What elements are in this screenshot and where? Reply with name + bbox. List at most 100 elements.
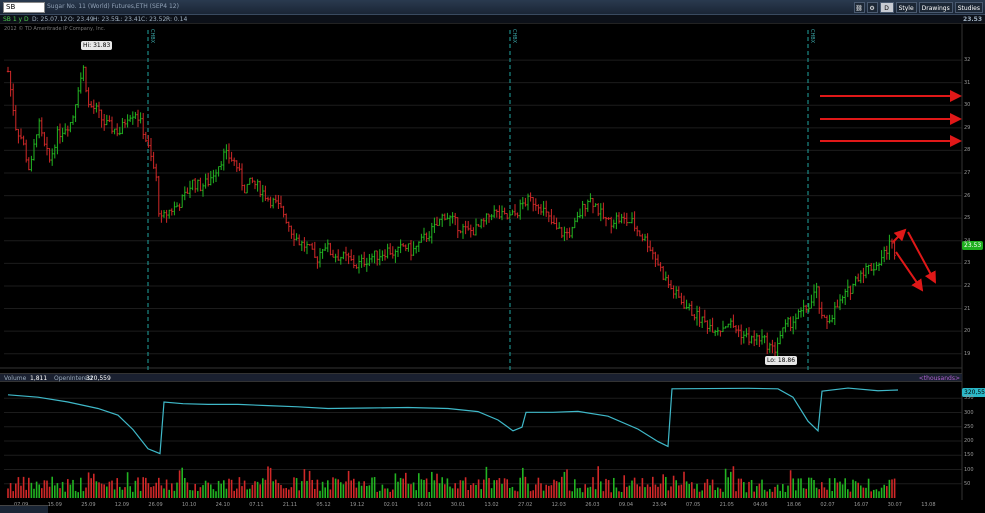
volume-bar <box>873 489 875 498</box>
volume-bar <box>711 479 714 498</box>
volume-bar <box>849 491 852 498</box>
volume-bar <box>394 473 397 498</box>
volume-bar <box>688 483 690 498</box>
volume-bar <box>834 478 836 498</box>
drawings-button[interactable]: Drawings <box>918 2 953 13</box>
price-tick: 20 <box>964 328 971 335</box>
volume-bar <box>64 491 66 498</box>
volume-bar <box>363 481 365 498</box>
quote-date: D: 25.07.12 <box>32 16 68 23</box>
volume-bar <box>371 477 373 498</box>
volume-bar <box>457 488 459 498</box>
volume-bar <box>428 492 430 498</box>
volume-bar <box>540 483 542 498</box>
volume-bar <box>639 486 641 498</box>
volume-bar <box>693 488 696 498</box>
volume-bar <box>719 488 722 498</box>
link-icon[interactable]: ⛓ <box>853 2 865 13</box>
volume-bar <box>15 483 17 498</box>
volume-bar <box>576 488 579 498</box>
time-tick: 16.01 <box>417 502 432 508</box>
time-tick: 16.07 <box>854 502 869 508</box>
volume-bar <box>386 488 389 498</box>
volume-bar <box>145 477 147 498</box>
time-tick: 15.09 <box>47 502 62 508</box>
volume-bar <box>189 490 191 498</box>
volume-bar <box>238 477 241 498</box>
volume-bar <box>613 477 615 498</box>
volume-bar <box>490 488 493 498</box>
volume-bar <box>756 486 758 498</box>
volume-bar <box>797 478 800 498</box>
volume-bar <box>116 478 118 498</box>
volume-bar <box>399 477 402 498</box>
volume-bar <box>59 488 61 498</box>
volume-bar <box>288 489 290 498</box>
volume-bar <box>888 479 891 498</box>
volume-bar <box>17 477 20 498</box>
last-price: 23.53 <box>963 16 982 23</box>
volume-bar <box>553 479 555 498</box>
volume-bar <box>418 473 420 498</box>
volume-bar <box>561 476 563 498</box>
volume-bar <box>254 481 256 498</box>
volume-tick: 200 <box>964 438 974 444</box>
volume-bar <box>696 483 698 498</box>
studies-button[interactable]: Studies <box>954 2 983 13</box>
volume-bar <box>69 484 72 498</box>
volume-bar <box>548 485 550 498</box>
volume-bar <box>43 480 46 498</box>
volume-bar <box>30 482 33 498</box>
volume-tick: 250 <box>964 423 974 430</box>
quote-open: O: 23.49 <box>68 16 94 23</box>
volume-bar <box>82 491 85 498</box>
volume-bar <box>124 487 126 498</box>
volume-bar <box>345 481 347 498</box>
time-tick: 13.02 <box>484 502 499 508</box>
volume-bar <box>93 473 95 498</box>
volume-bar <box>717 487 719 498</box>
volume-bar <box>623 475 625 498</box>
volume-bar <box>709 485 711 498</box>
volume-bar <box>256 481 259 498</box>
volume-bar <box>342 484 345 498</box>
price-chart[interactable] <box>0 0 985 513</box>
volume-bar <box>275 479 277 498</box>
volume-bar <box>113 489 116 498</box>
time-tick: 02.07 <box>820 502 835 508</box>
volume-bar <box>776 484 779 498</box>
volume-bar <box>178 470 181 498</box>
volume-bar <box>774 486 776 498</box>
volume-bar <box>126 472 129 498</box>
volume-bar <box>337 479 339 498</box>
volume-bar <box>501 483 503 498</box>
price-tick: 29 <box>964 124 971 131</box>
volume-bar <box>722 491 724 498</box>
volume-bar <box>753 491 755 498</box>
toolbar: SB Sugar No. 11 (World) Futures,ETH (SEP… <box>0 0 985 15</box>
volume-bar <box>12 491 14 498</box>
volume-bar <box>618 491 620 498</box>
time-tick: 19.12 <box>350 502 365 508</box>
volume-bar <box>735 491 737 498</box>
period-button[interactable]: D <box>879 2 894 13</box>
volume-bar <box>353 478 355 498</box>
volume-bar <box>813 480 815 498</box>
volume-bar <box>810 477 813 498</box>
volume-bar <box>893 478 896 498</box>
volume-bar <box>644 487 646 498</box>
volume-bar <box>880 487 883 498</box>
style-button[interactable]: Style <box>895 2 917 13</box>
volume-bar <box>467 490 469 498</box>
volume-bar <box>119 486 121 498</box>
symbol-input[interactable]: SB <box>3 2 45 13</box>
volume-bar <box>165 479 168 498</box>
volume-bar <box>589 486 592 498</box>
volume-bar <box>311 479 313 498</box>
volume-bar <box>795 490 797 498</box>
gear-icon[interactable]: ⚙ <box>866 2 878 13</box>
volume-bar <box>496 480 498 498</box>
volume-bar <box>633 477 636 498</box>
volume-bar <box>477 479 480 498</box>
volume-bar <box>72 479 74 498</box>
